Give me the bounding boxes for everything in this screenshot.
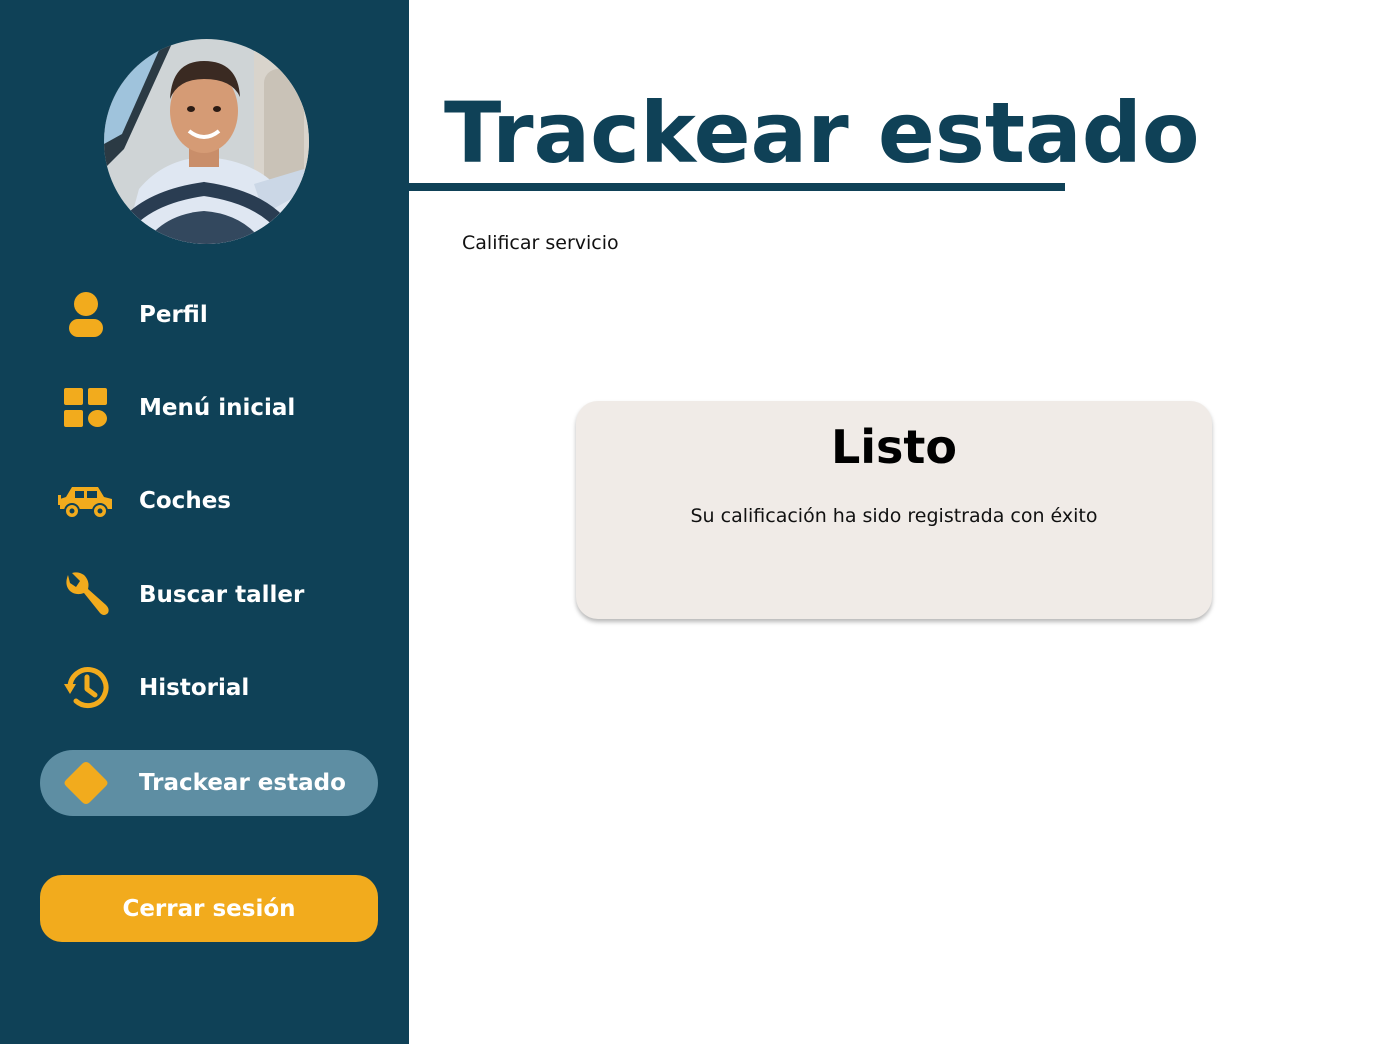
avatar[interactable] xyxy=(104,39,309,244)
sidebar-item-historial[interactable]: Historial xyxy=(40,655,378,721)
sidebar-item-coches[interactable]: Coches xyxy=(40,468,378,534)
page-title: Trackear estado xyxy=(444,84,1200,182)
dashboard-icon xyxy=(58,385,114,431)
confirmation-dialog: Listo Su calificación ha sido registrada… xyxy=(576,401,1212,619)
sidebar-item-trackear-estado[interactable]: Trackear estado xyxy=(40,750,378,816)
wrench-icon xyxy=(58,572,114,618)
avatar-photo xyxy=(104,39,309,244)
sidebar-item-label: Menú inicial xyxy=(139,395,296,421)
sidebar-item-label: Trackear estado xyxy=(139,770,346,796)
logout-button[interactable]: Cerrar sesión xyxy=(40,875,378,942)
car-icon xyxy=(58,478,114,524)
person-icon xyxy=(58,292,114,338)
sidebar-item-label: Buscar taller xyxy=(139,582,305,608)
history-icon xyxy=(58,665,114,711)
page-subtitle: Calificar servicio xyxy=(462,232,619,254)
sidebar-item-label: Historial xyxy=(139,675,250,701)
diamond-icon xyxy=(58,760,114,806)
sidebar-item-buscar-taller[interactable]: Buscar taller xyxy=(40,562,378,628)
sidebar-item-label: Coches xyxy=(139,488,231,514)
dialog-title: Listo xyxy=(830,420,958,474)
sidebar: Perfil Menú inicial Coches Buscar taller… xyxy=(0,0,409,1044)
sidebar-item-label: Perfil xyxy=(139,302,208,328)
sidebar-item-menu-inicial[interactable]: Menú inicial xyxy=(40,375,378,441)
dialog-message: Su calificación ha sido registrada con é… xyxy=(690,505,1098,527)
sidebar-item-perfil[interactable]: Perfil xyxy=(40,282,378,348)
title-underline xyxy=(409,183,1065,191)
